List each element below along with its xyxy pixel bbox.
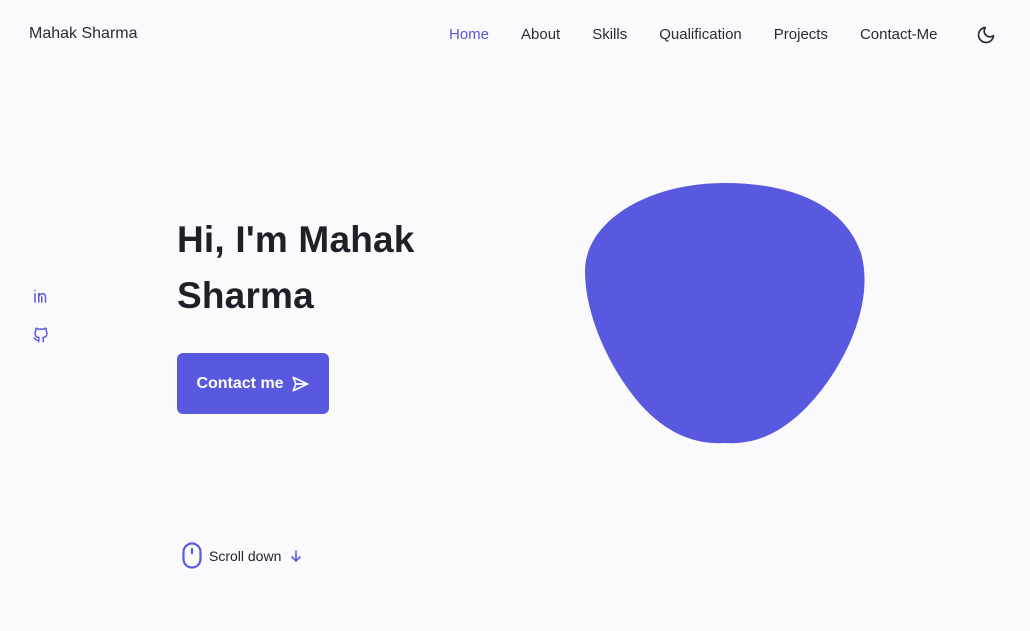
nav-item-about[interactable]: About bbox=[521, 25, 560, 45]
linkedin-icon[interactable] bbox=[32, 287, 50, 305]
hero-blob-image bbox=[585, 183, 865, 444]
nav: Home About Skills Qualification Projects… bbox=[449, 25, 954, 45]
header: Mahak Sharma Home About Skills Qualifica… bbox=[0, 0, 1030, 70]
hero-title-line-1: Hi, I'm Mahak bbox=[177, 219, 415, 260]
contact-me-button[interactable]: Contact me bbox=[177, 353, 329, 414]
scroll-down-link[interactable]: Scroll down bbox=[182, 542, 302, 569]
nav-item-contact-me[interactable]: Contact-Me bbox=[860, 25, 938, 45]
nav-item-projects[interactable]: Projects bbox=[774, 25, 828, 45]
hero-title-line-2: Sharma bbox=[177, 275, 314, 316]
moon-icon[interactable] bbox=[976, 25, 996, 45]
send-icon bbox=[290, 374, 310, 394]
nav-item-home[interactable]: Home bbox=[449, 25, 489, 45]
nav-item-skills[interactable]: Skills bbox=[592, 25, 627, 45]
arrow-down-icon bbox=[290, 549, 302, 563]
page: Mahak Sharma Home About Skills Qualifica… bbox=[0, 0, 1030, 631]
logo[interactable]: Mahak Sharma bbox=[29, 25, 138, 43]
nav-item-qualification[interactable]: Qualification bbox=[659, 25, 742, 45]
social-links bbox=[32, 287, 50, 344]
scroll-down-label: Scroll down bbox=[209, 547, 282, 564]
hero-title: Hi, I'm Mahak Sharma bbox=[177, 212, 477, 324]
mouse-icon bbox=[182, 542, 202, 569]
contact-me-label: Contact me bbox=[196, 374, 284, 392]
github-icon[interactable] bbox=[32, 326, 50, 344]
